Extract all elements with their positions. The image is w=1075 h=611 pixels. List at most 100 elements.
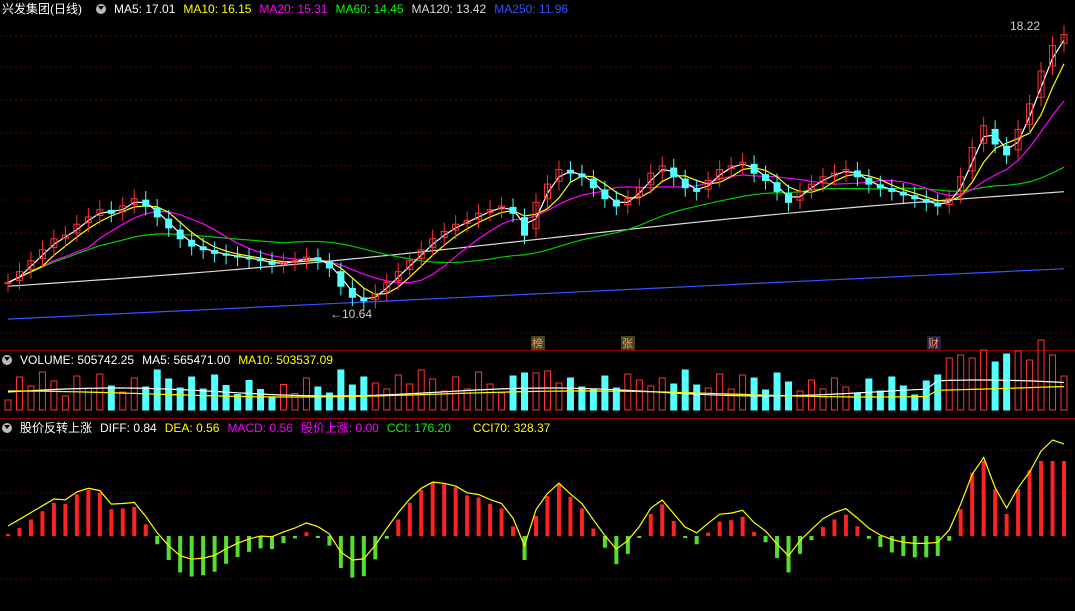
macd-bar [74, 494, 79, 536]
volume-bar [842, 386, 850, 411]
candle-body [991, 128, 999, 145]
ma5-line [7, 39, 1065, 300]
macd-bar [1016, 489, 1021, 536]
volume-bar [589, 389, 597, 411]
candle-body [762, 174, 770, 181]
macd-bar [488, 503, 493, 536]
candle-body [325, 261, 333, 269]
volume-bar [27, 385, 35, 411]
candle-body [750, 163, 758, 174]
kline-chart[interactable]: 18.22 ←10.64 榜 张 财 [0, 0, 1075, 611]
volume-bar [555, 382, 563, 411]
macd-bar [545, 496, 550, 536]
candle-body [142, 199, 150, 207]
volume-bar [84, 387, 92, 411]
macd-bar [1027, 470, 1032, 536]
macd-bar [878, 536, 883, 547]
volume-bar [566, 377, 574, 411]
volume-bar [475, 371, 483, 411]
volume-bar [658, 377, 666, 411]
candle-body [234, 255, 242, 258]
candle-body [865, 177, 873, 185]
macd-bar [591, 528, 596, 536]
volume-bar [716, 373, 724, 411]
macd-bar [120, 508, 125, 536]
volume-bar [819, 388, 827, 411]
volume-bar [693, 384, 701, 411]
macd-bar [292, 536, 297, 539]
volume-bar [762, 389, 770, 411]
macd-bar [1004, 514, 1009, 536]
candle-body [1003, 145, 1011, 156]
candle-body [785, 193, 793, 203]
macd-bar [752, 531, 757, 536]
volume-bar [1060, 375, 1068, 411]
macd-bar [843, 514, 848, 536]
volume-bar [15, 376, 23, 411]
macd-bar [442, 483, 447, 536]
macd-bar [820, 527, 825, 536]
macd-bar [901, 536, 906, 556]
volume-bar [199, 388, 207, 411]
volume-bar [543, 370, 551, 411]
ma10-line [7, 63, 1065, 296]
volume-bar [302, 377, 310, 411]
macd-bar [28, 519, 33, 536]
macd-bar [855, 526, 860, 536]
volume-bar [750, 377, 758, 411]
volume-bar [509, 375, 517, 411]
candle-body [681, 178, 689, 189]
volume-bar [498, 392, 506, 411]
macd-bar [740, 516, 745, 536]
volume-bar [670, 383, 678, 411]
macd-bar [935, 536, 940, 556]
macd-bar [763, 536, 768, 543]
volume-bar [957, 354, 965, 411]
candle-body [670, 167, 678, 178]
event-marker: 张 [622, 337, 633, 350]
volume-bar [245, 380, 253, 411]
macd-bar [614, 536, 619, 565]
candle-body [578, 173, 586, 178]
volume-bar [945, 357, 953, 411]
macd-bar [671, 520, 676, 536]
volume-bar [383, 388, 391, 411]
candle-body [165, 218, 173, 229]
macd-bar [809, 536, 814, 541]
candle-body [899, 191, 907, 196]
candle-body [509, 206, 517, 214]
macd-bar [465, 495, 470, 536]
volume-bar [417, 369, 425, 411]
macd-bar [1062, 461, 1066, 536]
macd-bar [327, 536, 332, 546]
volume-bar [1037, 339, 1045, 411]
high-price-label: 18.22 [1010, 19, 1040, 33]
macd-bar [993, 489, 998, 536]
volume-bar [647, 385, 655, 411]
candle-body [911, 195, 919, 200]
volume-bar [348, 384, 356, 411]
macd-bar [396, 519, 401, 536]
ma250-line [7, 268, 1065, 320]
candle-body [257, 258, 265, 262]
macd-bar [304, 532, 309, 536]
volume-bar [876, 390, 884, 411]
macd-bar [534, 516, 538, 536]
volume-bar [153, 369, 161, 411]
macd-bar [189, 536, 194, 577]
candle-body [176, 229, 184, 240]
macd-bar [97, 492, 102, 536]
volume-bar [337, 369, 345, 411]
macd-bar [947, 536, 952, 541]
macd-bar [717, 521, 722, 536]
macd-bar [63, 503, 68, 536]
macd-bar [315, 536, 320, 538]
volume-bar [394, 374, 402, 411]
candle-body [348, 287, 356, 298]
volume-bar [888, 376, 896, 411]
macd-bar [361, 536, 366, 577]
volume-bar [865, 378, 873, 411]
volume-bar [73, 375, 81, 411]
macd-bar [17, 527, 22, 536]
candle-body [521, 217, 529, 236]
